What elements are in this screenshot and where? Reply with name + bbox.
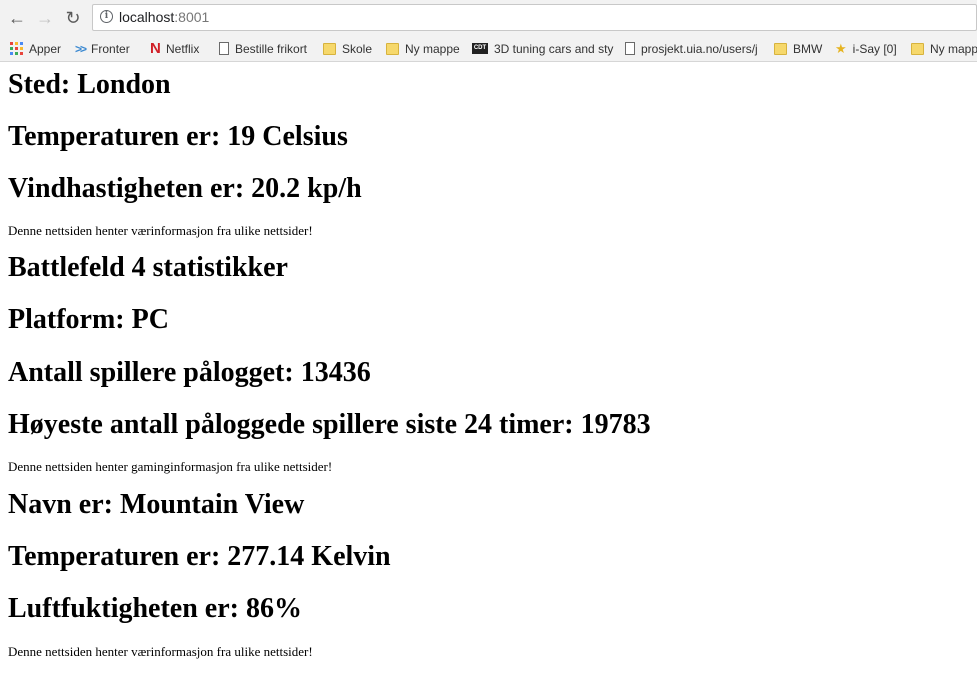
apps-grid-icon — [10, 42, 23, 55]
folder-icon — [386, 42, 399, 55]
address-bar[interactable]: i localhost:8001 — [92, 4, 977, 31]
weather2-temperature: Temperaturen er: 277.14 Kelvin — [8, 541, 391, 572]
weather2-note: Denne nettsiden henter værinformasjon fr… — [8, 644, 313, 659]
gaming-note: Denne nettsiden henter gaminginformasjon… — [8, 459, 333, 474]
bookmark-i-say[interactable]: ★ i-Say [0] — [835, 39, 897, 58]
bookmark-label: prosjekt.uia.no/users/j — [641, 41, 758, 56]
bookmark-3dtuning[interactable]: CDT 3D tuning cars and sty — [472, 39, 613, 58]
3dtuning-icon: CDT — [472, 43, 488, 54]
url-host: localhost — [119, 9, 175, 25]
bookmark-label: BMW — [793, 41, 823, 56]
fronter-icon: >> — [75, 41, 87, 56]
bookmark-label: Ny mapp — [930, 41, 977, 56]
bookmark-bestille-frikort[interactable]: Bestille frikort — [219, 39, 307, 58]
folder-icon — [774, 42, 787, 55]
bookmark-skole[interactable]: Skole — [323, 39, 372, 58]
bookmark-netflix[interactable]: N Netflix — [150, 39, 199, 58]
weather1-temperature: Temperaturen er: 19 Celsius — [8, 121, 348, 152]
gaming-title: Battlefeld 4 statistikker — [8, 252, 288, 283]
gaming-platform: Platform: PC — [8, 304, 169, 335]
reload-icon[interactable]: ↻ — [61, 6, 85, 30]
browser-toolbar: ← → ↻ i localhost:8001 — [0, 0, 977, 36]
bookmarks-bar: Apper >> Fronter N Netflix Bestille frik… — [0, 36, 977, 62]
bookmark-apper[interactable]: Apper — [10, 39, 61, 58]
weather1-note: Denne nettsiden henter værinformasjon fr… — [8, 223, 313, 238]
weather2-humidity: Luftfuktigheten er: 86% — [8, 593, 302, 624]
weather1-wind: Vindhastigheten er: 20.2 kp/h — [8, 173, 362, 204]
star-icon: ★ — [835, 40, 847, 56]
bookmark-label: Apper — [29, 41, 62, 56]
folder-icon — [323, 42, 336, 55]
bookmark-bmw[interactable]: BMW — [774, 39, 822, 58]
bookmark-ny-mappe[interactable]: Ny mappe — [386, 39, 460, 58]
url-port: :8001 — [174, 9, 210, 25]
page-icon — [219, 42, 229, 55]
bookmark-label: Ny mappe — [405, 41, 460, 56]
forward-arrow-icon[interactable]: → — [33, 6, 57, 30]
bookmark-label: 3D tuning cars and sty — [494, 41, 614, 56]
bookmark-ny-mapp[interactable]: Ny mapp — [911, 39, 977, 58]
page-content: Sted: London Temperaturen er: 19 Celsius… — [8, 61, 968, 659]
bookmark-label: i-Say [0] — [852, 41, 897, 56]
url-text[interactable]: localhost:8001 — [119, 9, 209, 25]
info-icon[interactable]: i — [100, 10, 113, 23]
gaming-peak-players: Høyeste antall påloggede spillere siste … — [8, 409, 651, 440]
bookmark-label: Fronter — [91, 41, 130, 56]
bookmark-fronter[interactable]: >> Fronter — [75, 39, 130, 58]
netflix-icon: N — [150, 40, 161, 57]
page-icon — [625, 42, 635, 55]
weather1-place: Sted: London — [8, 69, 171, 100]
gaming-online-players: Antall spillere pålogget: 13436 — [8, 357, 371, 388]
bookmark-label: Bestille frikort — [235, 41, 308, 56]
back-arrow-icon[interactable]: ← — [5, 6, 29, 30]
weather2-name: Navn er: Mountain View — [8, 489, 305, 520]
bookmark-label: Netflix — [166, 41, 200, 56]
folder-icon — [911, 42, 924, 55]
bookmark-label: Skole — [342, 41, 373, 56]
bookmark-prosjekt-uia[interactable]: prosjekt.uia.no/users/j — [625, 39, 758, 58]
